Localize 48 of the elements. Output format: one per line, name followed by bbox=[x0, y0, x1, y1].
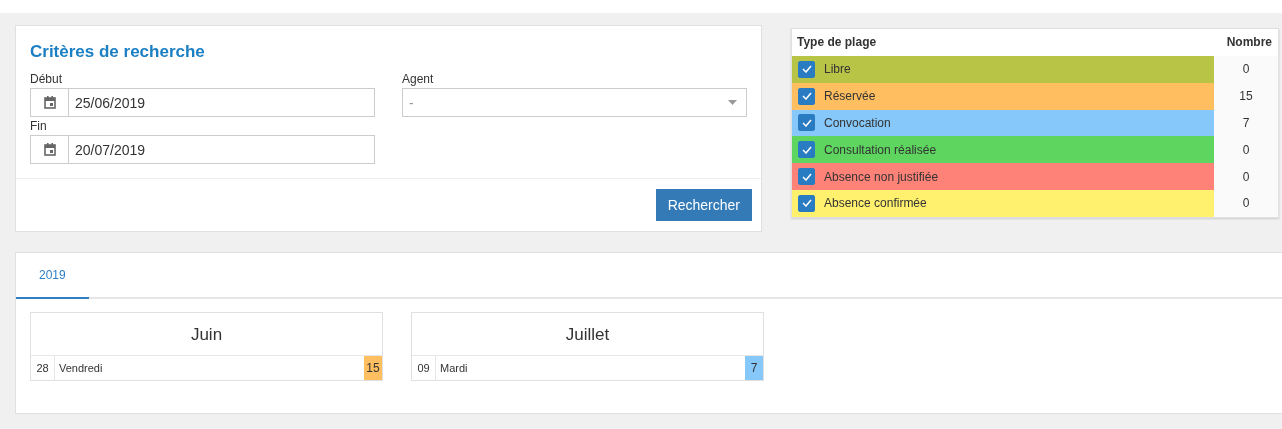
count-cell: 0 bbox=[1214, 136, 1278, 164]
calendar-icon bbox=[43, 96, 56, 109]
calendar-icon bbox=[43, 143, 56, 156]
checkbox[interactable] bbox=[798, 114, 815, 132]
type-label: Convocation bbox=[824, 116, 891, 130]
count-cell: 0 bbox=[1214, 56, 1278, 83]
weekday-label: Mardi bbox=[439, 361, 469, 376]
check-icon bbox=[801, 65, 812, 74]
checkbox[interactable] bbox=[798, 141, 815, 159]
month-name: Juillet bbox=[412, 313, 763, 356]
count-cell: 0 bbox=[1214, 190, 1278, 217]
search-button[interactable]: Rechercher bbox=[655, 189, 752, 221]
check-icon bbox=[801, 92, 812, 101]
field-label: Agent bbox=[402, 72, 435, 86]
checkbox[interactable] bbox=[798, 168, 815, 186]
calendar-button[interactable] bbox=[30, 135, 68, 164]
weekday-label: Vendredi bbox=[58, 361, 104, 376]
calendar-button[interactable] bbox=[30, 88, 68, 117]
type-label: Absence non justifiée bbox=[824, 169, 939, 184]
date-field[interactable]: 20/07/2019 bbox=[68, 135, 375, 164]
count-cell: 0 bbox=[1214, 163, 1278, 190]
check-icon bbox=[801, 172, 812, 181]
year-tab[interactable]: 2019 bbox=[16, 253, 89, 299]
type-label: Absence confirmée bbox=[824, 196, 927, 211]
check-icon bbox=[801, 199, 812, 208]
column-header: Nombre bbox=[1226, 35, 1272, 49]
type-label: Consultation réalisée bbox=[824, 142, 937, 157]
checkbox[interactable] bbox=[798, 194, 815, 212]
count-badge: 7 bbox=[745, 356, 763, 380]
caret-icon bbox=[728, 100, 737, 105]
check-icon bbox=[801, 119, 812, 127]
search-title: Critères de recherche bbox=[29, 41, 206, 63]
check-icon bbox=[801, 145, 812, 154]
column-header: Type de plage bbox=[797, 35, 877, 49]
checkbox[interactable] bbox=[798, 60, 815, 78]
type-label: Libre bbox=[824, 62, 851, 77]
type-label: Réservée bbox=[824, 89, 876, 104]
day-number: 09 bbox=[412, 356, 436, 380]
checkbox[interactable] bbox=[798, 87, 815, 105]
agent-select[interactable]: - bbox=[402, 88, 747, 117]
date-field[interactable]: 25/06/2019 bbox=[68, 88, 375, 117]
count-cell: 7 bbox=[1214, 109, 1278, 137]
count-cell: 15 bbox=[1214, 82, 1278, 110]
month-name: Juin bbox=[31, 313, 382, 356]
field-label: Fin bbox=[30, 119, 48, 133]
day-number: 28 bbox=[31, 356, 55, 380]
field-label: Début bbox=[30, 72, 64, 86]
count-badge: 15 bbox=[364, 356, 382, 380]
